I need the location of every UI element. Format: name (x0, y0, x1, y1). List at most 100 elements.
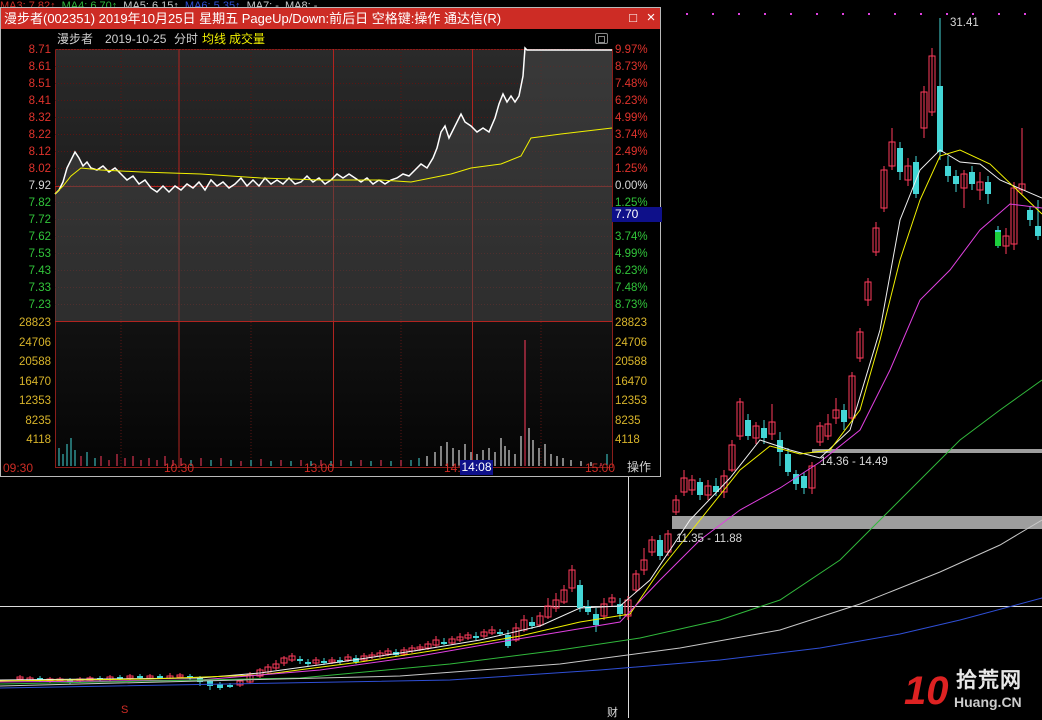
candle-down (913, 162, 919, 194)
current-time-marker: 14:08 (460, 460, 493, 475)
pct-label: 9.97% (615, 44, 648, 56)
candle-down (745, 420, 751, 436)
pct-label: 1.25% (615, 163, 648, 175)
vol-label: 20588 (19, 356, 51, 368)
time-label: 15:00 (585, 461, 616, 475)
candle-down (497, 632, 503, 634)
vol-label: 8235 (25, 414, 51, 427)
vol-label: 28823 (615, 317, 647, 329)
pct-label: 3.74% (615, 231, 648, 243)
bottom-marker-s: S (121, 704, 129, 716)
vol-label: 24706 (615, 336, 647, 349)
price-label: 8.22 (28, 129, 51, 141)
price-label: 7.53 (28, 248, 51, 260)
time-label: 10:30 (164, 461, 195, 475)
candle-down (937, 86, 943, 152)
operate-button[interactable]: 操作 (619, 460, 659, 475)
intraday-popup-window[interactable]: 漫步者(002351) 2019年10月25日 星期五 PageUp/Down:… (0, 7, 662, 477)
time-label: 13:00 (304, 461, 335, 475)
candle-down (227, 685, 233, 687)
price-zone-label-2: 11.35 - 11.88 (676, 533, 743, 545)
price-label: 8.02 (28, 163, 51, 175)
price-label: 7.23 (28, 299, 51, 311)
top-dot (1024, 13, 1026, 15)
pct-label: 4.99% (615, 248, 648, 260)
price-label: 8.32 (28, 112, 51, 124)
price-label: 8.41 (28, 95, 51, 107)
candle-down (697, 482, 703, 495)
candle-down (585, 606, 591, 612)
price-label: 7.33 (28, 282, 51, 294)
price-zone-label-1: 14.36 - 14.49 (820, 456, 888, 468)
candle-down (297, 659, 303, 661)
vol-label: 12353 (19, 395, 51, 407)
top-dot (972, 13, 974, 15)
pct-label: 2.49% (615, 146, 648, 158)
candle-down (897, 148, 903, 172)
vol-label: 8235 (615, 414, 641, 427)
vol-label: 4118 (26, 434, 51, 446)
price-label: 8.12 (28, 146, 51, 158)
price-label: 8.71 (28, 44, 51, 56)
price-zone-bar-1 (812, 449, 1042, 453)
top-dot (764, 13, 766, 15)
top-dot (842, 13, 844, 15)
candle-down (441, 642, 447, 644)
ma-line-blue (0, 597, 1042, 689)
watermark-en-text: Huang.CN (954, 694, 1022, 710)
top-dot (946, 13, 948, 15)
current-price-marker: 7.70 (612, 207, 662, 222)
intraday-chart[interactable] (1, 8, 660, 476)
pct-label: 6.23% (615, 95, 648, 107)
price-zone-bar-2 (672, 516, 1042, 529)
pct-label: 7.48% (615, 282, 648, 294)
vol-label: 24706 (19, 336, 51, 349)
candle-down (1035, 226, 1041, 236)
price-label: 7.72 (28, 214, 51, 226)
pct-label: 0.00% (615, 180, 648, 192)
price-label: 7.62 (28, 231, 51, 243)
price-label: 7.43 (28, 265, 51, 277)
candle-down (473, 636, 479, 638)
vol-label: 20588 (615, 356, 647, 368)
vol-label: 4118 (615, 434, 640, 446)
candle-green (995, 232, 1001, 246)
candle-down (305, 662, 311, 664)
top-dot (816, 13, 818, 15)
pct-label: 4.99% (615, 112, 648, 124)
vol-label: 28823 (19, 317, 51, 329)
candle-down (577, 585, 583, 608)
vol-label: 12353 (615, 395, 647, 407)
high-price-label: 31.41 (950, 17, 979, 29)
candle-down (785, 454, 791, 472)
candle-down (953, 176, 959, 184)
vol-label: 16470 (19, 375, 51, 388)
watermark-cn-text: 拾荒网 (956, 669, 1022, 692)
price-label: 7.82 (28, 197, 51, 209)
pct-label: 7.48% (615, 78, 648, 90)
candle-down (157, 676, 163, 678)
top-dot (712, 13, 714, 15)
candle-down (841, 410, 847, 422)
candle-down (969, 172, 975, 184)
watermark-number: 10 (904, 669, 949, 713)
top-dot (920, 13, 922, 15)
ma-line-grey (0, 519, 1042, 687)
vol-label: 16470 (615, 375, 647, 388)
pct-label: 8.73% (615, 61, 648, 73)
site-watermark: 10 拾荒网 Huang.CN (904, 668, 1036, 714)
candle-down (137, 676, 143, 678)
candle-down (985, 182, 991, 194)
pct-label: 6.23% (615, 265, 648, 277)
top-dot (790, 13, 792, 15)
candle-down (761, 428, 767, 438)
pct-label: 3.74% (615, 129, 648, 141)
time-label: 09:30 (3, 461, 34, 475)
candle-down (321, 661, 327, 663)
candle-down (529, 622, 535, 626)
top-dot (868, 13, 870, 15)
candle-down (801, 476, 807, 488)
candle-down (1027, 210, 1033, 220)
candle-down (945, 166, 951, 176)
price-label: 7.92 (28, 180, 51, 192)
